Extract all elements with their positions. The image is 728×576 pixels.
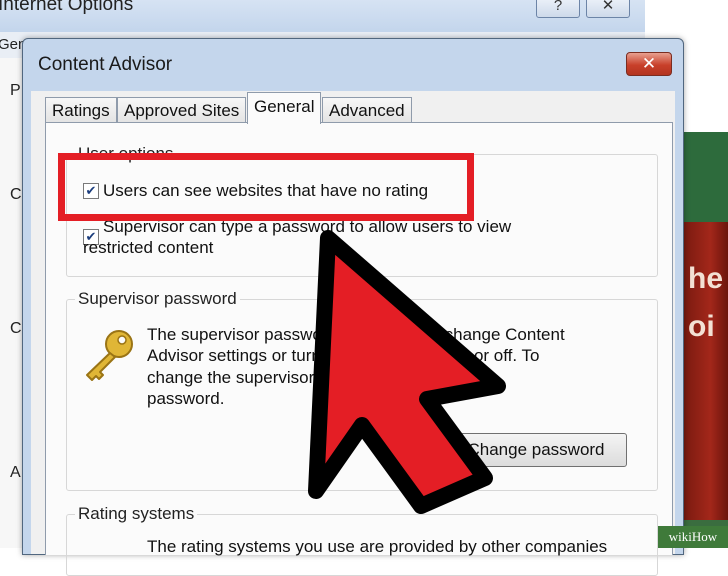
close-button[interactable]: ✕ <box>586 0 630 18</box>
general-tab-panel: User options ✔ Users can see websites th… <box>45 122 673 576</box>
supervisor-text-line2: Advisor settings or turn Content Advisor… <box>147 346 540 365</box>
wikihow-watermark: wikiHow <box>658 526 728 548</box>
supervisor-password-group: Supervisor password The supervisor passw… <box>66 289 658 491</box>
section-letter: P <box>10 82 21 99</box>
rating-systems-title: Rating systems <box>75 504 198 524</box>
background-banner-text: oi <box>688 310 715 343</box>
internet-options-titlebar: Internet Options ? ✕ <box>0 0 645 32</box>
supervisor-override-label-line2: restricted content <box>83 238 214 257</box>
supervisor-text-line4: password. <box>147 389 225 408</box>
change-password-button[interactable]: Change password <box>445 433 627 467</box>
rating-systems-text: The rating systems you use are provided … <box>147 537 608 556</box>
no-rating-label: Users can see websites that have no rati… <box>103 181 429 200</box>
user-options-group: User options ✔ Users can see websites th… <box>66 144 658 277</box>
internet-options-title: Internet Options <box>0 0 134 15</box>
supervisor-text-line1: The supervisor password allows you to ch… <box>147 325 565 344</box>
supervisor-override-label-line1: Supervisor can type a password to allow … <box>103 217 512 236</box>
dialog-close-button[interactable]: ✕ <box>626 52 672 76</box>
rating-systems-group: Rating systems The rating systems you us… <box>66 504 658 576</box>
checkbox-no-rating[interactable]: ✔ <box>83 183 99 199</box>
key-icon <box>86 330 133 381</box>
help-button[interactable]: ? <box>536 0 580 18</box>
background-banner-red: he oi <box>684 222 728 522</box>
user-options-title: User options <box>75 144 177 164</box>
section-letter: C <box>10 186 22 203</box>
dialog-title: Content Advisor <box>38 54 173 75</box>
tab-general[interactable]: General <box>247 92 322 124</box>
tab-advanced[interactable]: Advanced <box>322 97 412 123</box>
background-banner-green <box>684 132 728 222</box>
dialog-body: Ratings Approved Sites General Advanced … <box>31 91 675 576</box>
content-advisor-dialog: Content Advisor ✕ Ratings Approved Sites… <box>22 38 684 576</box>
supervisor-text-line3: change the supervisor password, click Ch… <box>147 368 499 387</box>
section-letter: C <box>10 320 22 337</box>
supervisor-password-title: Supervisor password <box>75 289 240 309</box>
tab-ratings[interactable]: Ratings <box>45 97 117 123</box>
tab-approved-sites[interactable]: Approved Sites <box>117 97 247 123</box>
section-letter: A <box>10 464 21 481</box>
background-banner-text: he <box>688 262 724 295</box>
